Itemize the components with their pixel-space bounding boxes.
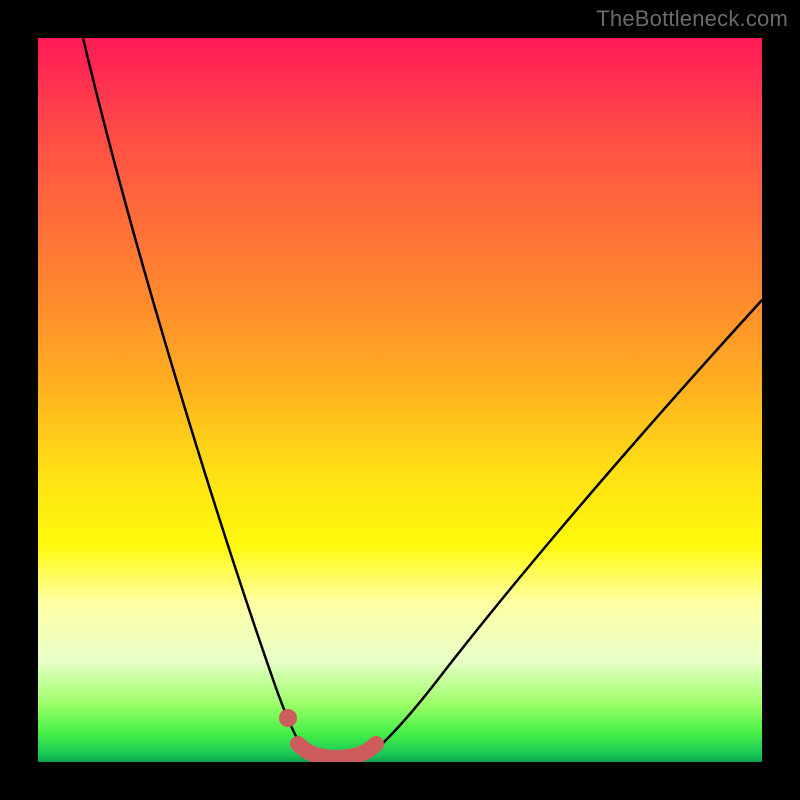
plot-area [38,38,762,762]
image-frame: TheBottleneck.com [0,0,800,800]
optimal-band [298,744,376,758]
curve-layer [38,38,762,762]
watermark-text: TheBottleneck.com [596,6,788,32]
bottleneck-curve [83,38,762,758]
optimal-start-dot [279,709,297,727]
